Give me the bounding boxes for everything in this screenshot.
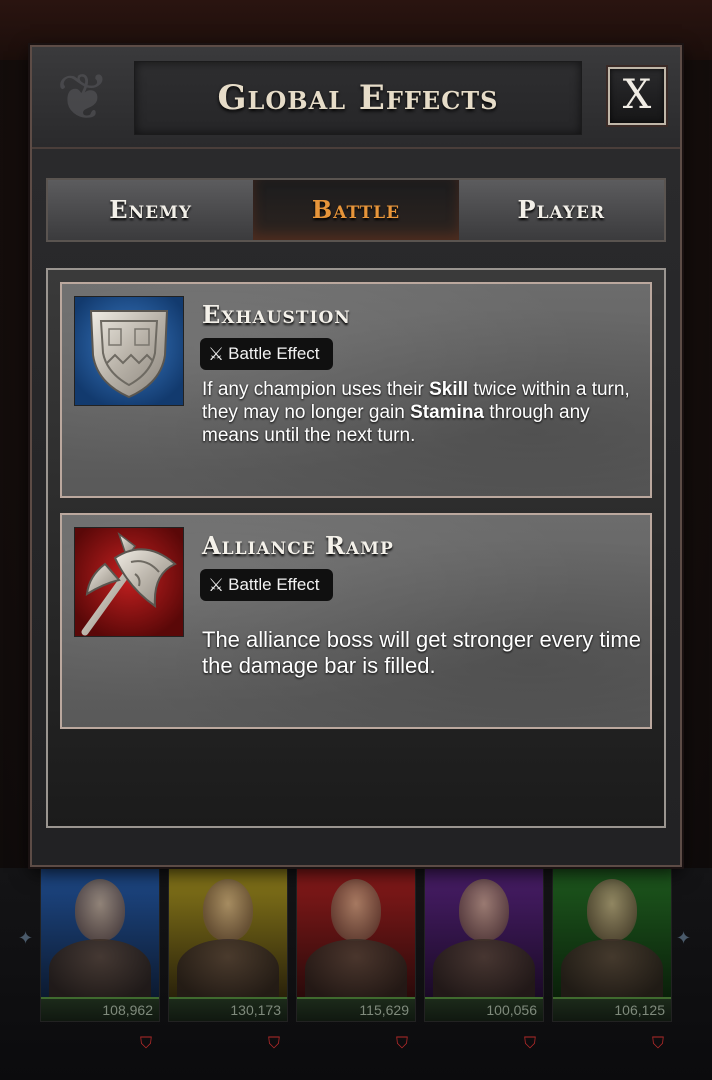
effect-type-label: Battle Effect	[228, 575, 320, 594]
hero-shoulders	[177, 939, 279, 999]
hero-class-icon: ⛉	[651, 1035, 664, 1052]
effect-description: The alliance boss will get stronger ever…	[202, 627, 641, 678]
keyword-skill: Skill	[429, 379, 469, 400]
hero-power: 108,962	[41, 997, 159, 1021]
hero-power: 100,056	[425, 997, 543, 1021]
hero-class-icon: ⛉	[267, 1035, 280, 1052]
hero-card-3[interactable]: 115,629	[296, 868, 416, 1022]
effect-type-label: Battle Effect	[228, 344, 320, 363]
crossed-swords-icon: ⚔	[208, 344, 225, 364]
modal-title: Global Effects	[217, 78, 499, 118]
hero-shoulders	[433, 939, 535, 999]
modal-header: ❦ Global Effects X	[32, 47, 680, 149]
hero-face	[587, 879, 637, 941]
global-effects-modal: ❦ Global Effects X Enemy Battle Player E…	[30, 45, 682, 867]
hero-shoulders	[561, 939, 663, 999]
hero-face	[459, 879, 509, 941]
left-gem-icon: ✦	[18, 928, 34, 948]
hero-shoulders	[49, 939, 151, 999]
hero-class-icon: ⛉	[523, 1035, 536, 1052]
hero-card-5[interactable]: 106,125	[552, 868, 672, 1022]
hero-class-icon: ⛉	[139, 1035, 152, 1052]
hero-power: 130,173	[169, 997, 287, 1021]
hero-shoulders	[305, 939, 407, 999]
effect-type-badge: ⚔ Battle Effect	[200, 338, 333, 370]
effect-card-exhaustion: Exhaustion ⚔ Battle Effect If any champi…	[60, 282, 652, 498]
effect-name: Alliance Ramp	[202, 531, 394, 560]
hero-roster: ✦ ✦ 108,962 130,173 115,629 100,056 106,…	[0, 868, 712, 1080]
effect-name: Exhaustion	[202, 300, 351, 329]
left-ornament-icon: ❦	[56, 61, 110, 133]
effect-type-badge: ⚔ Battle Effect	[200, 569, 333, 601]
hero-face	[203, 879, 253, 941]
hero-power: 106,125	[553, 997, 671, 1021]
right-gem-icon: ✦	[676, 928, 692, 948]
shield-icon	[74, 296, 184, 406]
hero-face	[75, 879, 125, 941]
effects-list: Exhaustion ⚔ Battle Effect If any champi…	[46, 268, 666, 828]
effect-tabs: Enemy Battle Player	[46, 178, 666, 242]
tab-battle[interactable]: Battle	[253, 180, 459, 240]
hero-power: 115,629	[297, 997, 415, 1021]
tab-player[interactable]: Player	[458, 180, 664, 240]
hero-face	[331, 879, 381, 941]
title-plate: Global Effects	[134, 61, 582, 135]
close-button[interactable]: X	[608, 67, 666, 125]
axe-icon	[74, 527, 184, 637]
hero-class-icon: ⛉	[395, 1035, 408, 1052]
crossed-swords-icon: ⚔	[208, 575, 225, 595]
effect-description: If any champion uses their Skill twice w…	[202, 379, 630, 446]
tab-enemy[interactable]: Enemy	[48, 180, 254, 240]
hero-card-2[interactable]: 130,173	[168, 868, 288, 1022]
hero-card-4[interactable]: 100,056	[424, 868, 544, 1022]
hero-card-1[interactable]: 108,962	[40, 868, 160, 1022]
keyword-stamina: Stamina	[410, 402, 484, 423]
effect-card-alliance-ramp: Alliance Ramp ⚔ Battle Effect The allian…	[60, 513, 652, 729]
